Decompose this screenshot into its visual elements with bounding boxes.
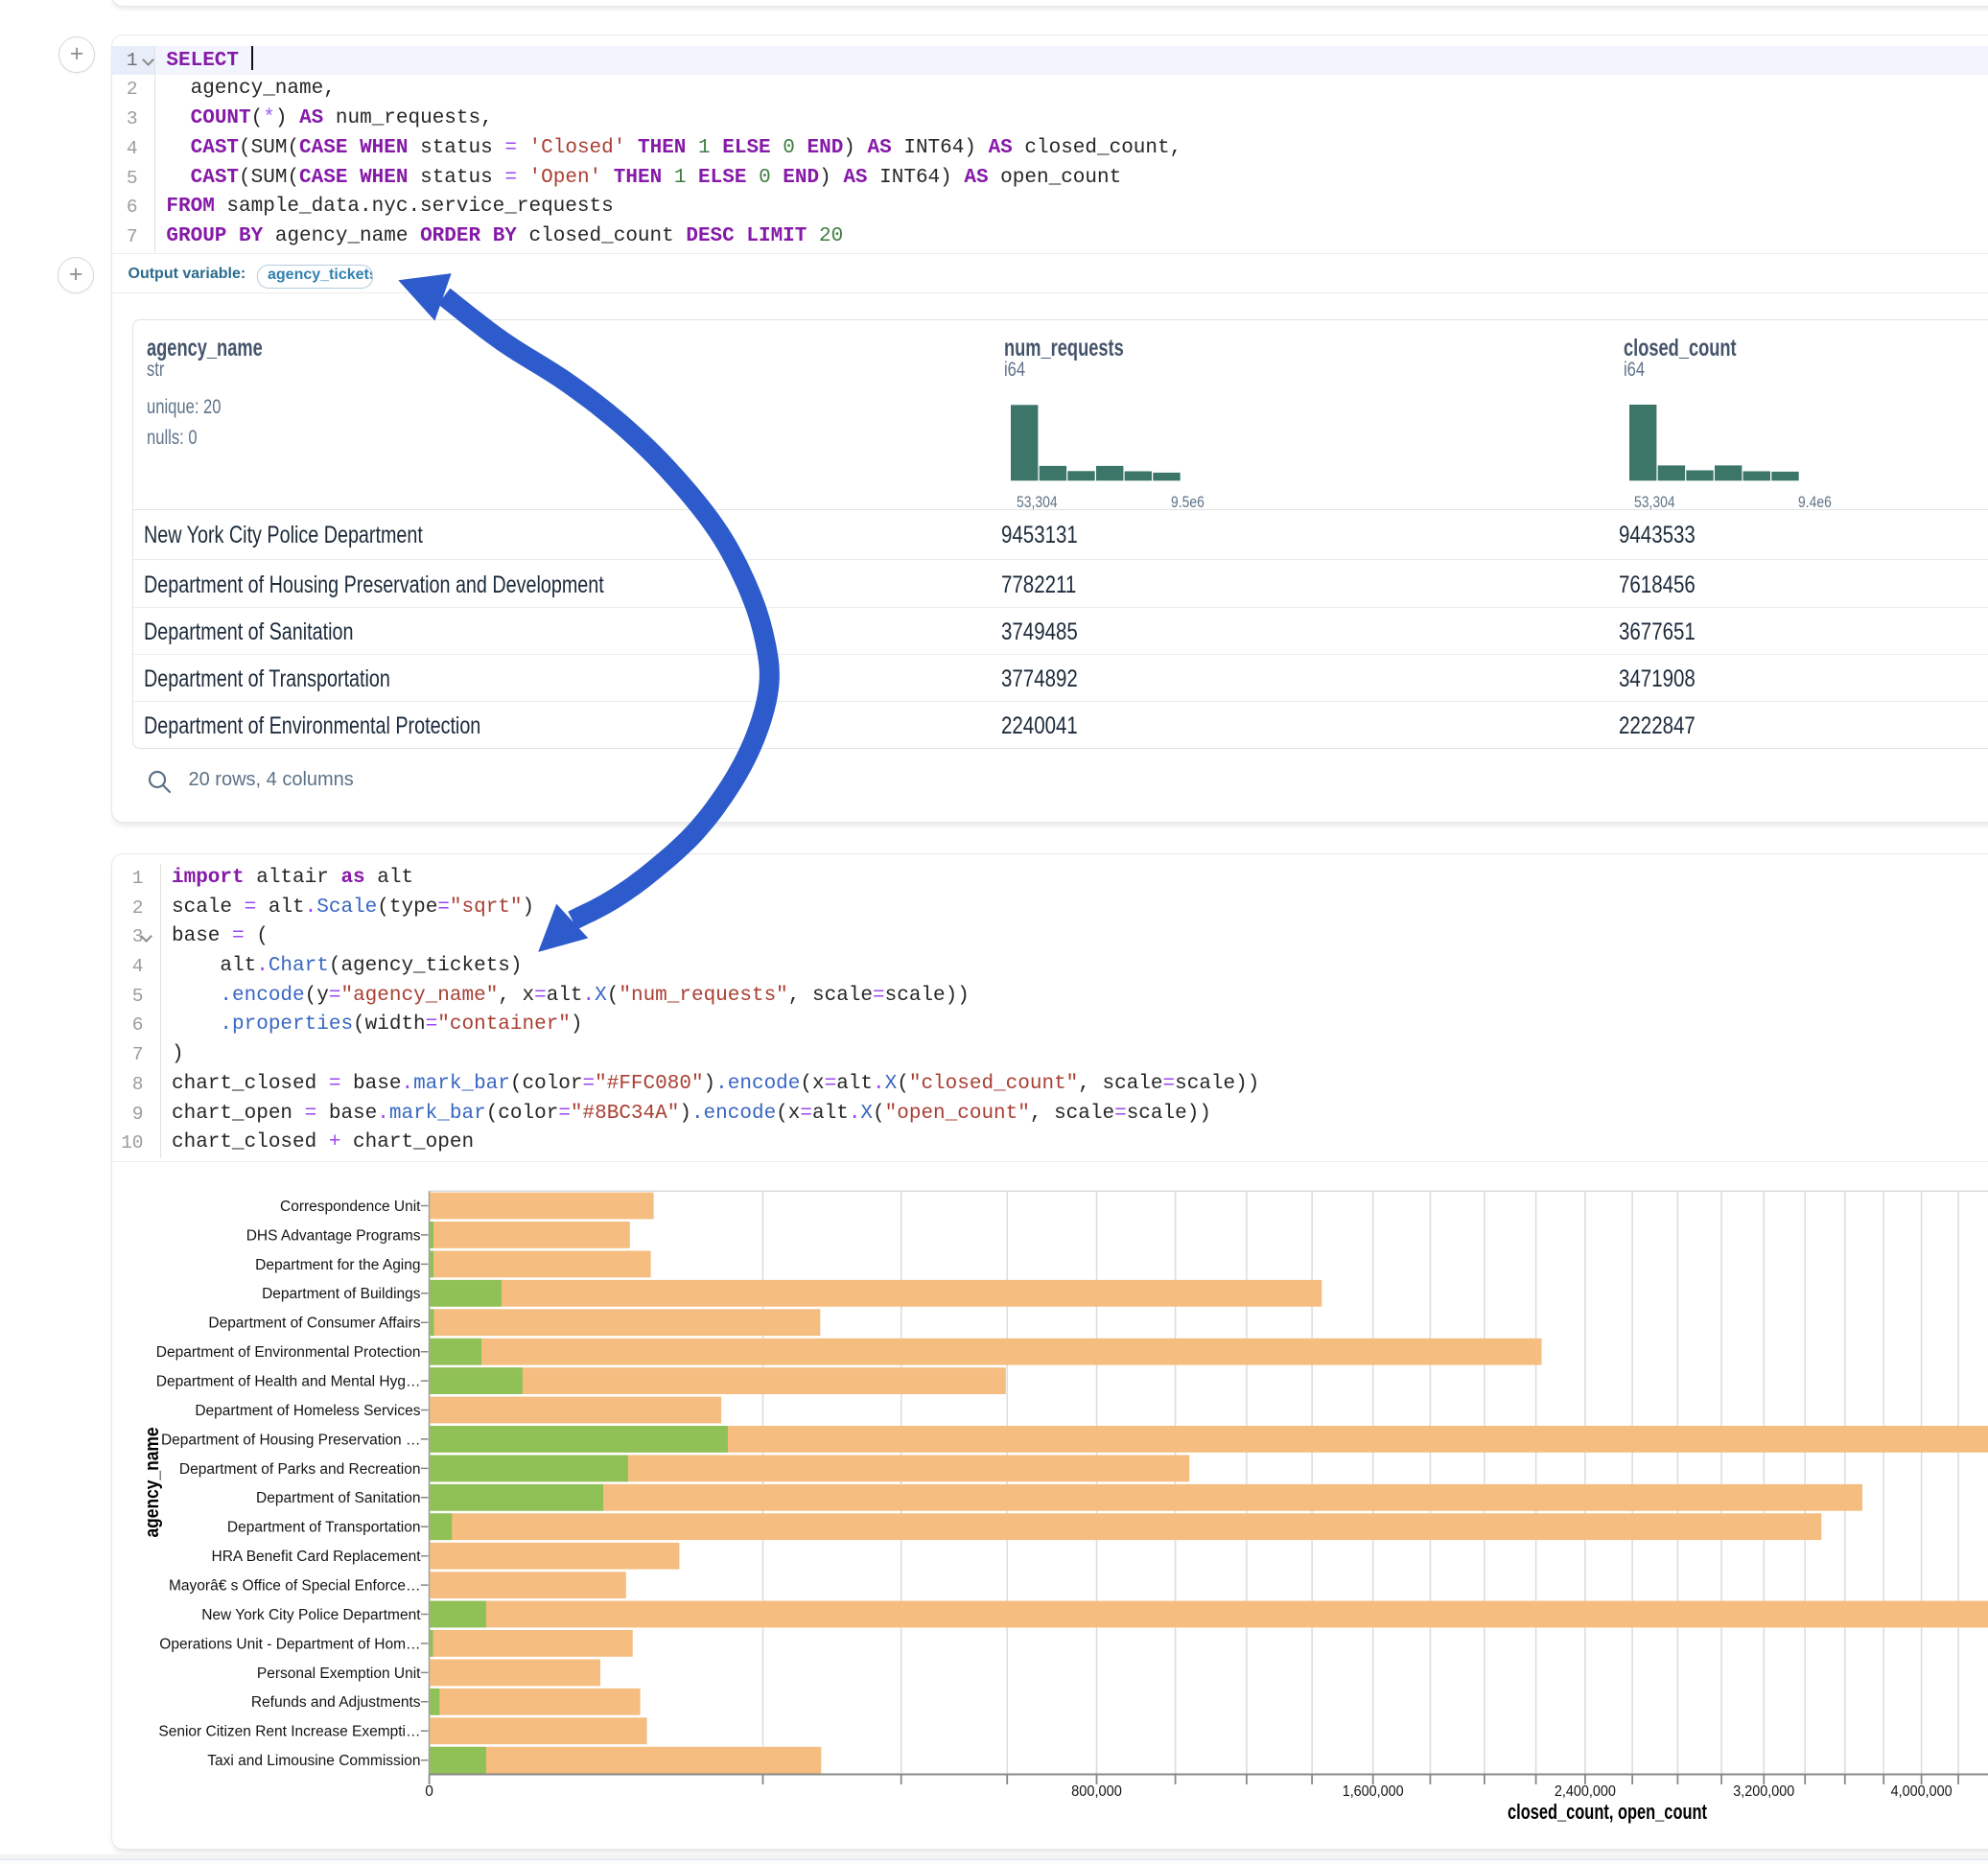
svg-text:Personal Exemption Unit: Personal Exemption Unit <box>257 1666 421 1682</box>
svg-text:closed_count, open_count: closed_count, open_count <box>1508 1800 1707 1824</box>
svg-text:DHS Advantage Programs: DHS Advantage Programs <box>246 1227 421 1244</box>
svg-text:Department for the Aging: Department for the Aging <box>255 1257 420 1273</box>
svg-text:HRA Benefit Card Replacement: HRA Benefit Card Replacement <box>212 1549 422 1565</box>
svg-text:Senior Citizen Rent Increase E: Senior Citizen Rent Increase Exempti… <box>158 1724 420 1740</box>
svg-text:Correspondence Unit: Correspondence Unit <box>280 1199 421 1215</box>
svg-text:Refunds and Adjustments: Refunds and Adjustments <box>251 1694 421 1711</box>
svg-text:New York City Police Departmen: New York City Police Department <box>201 1607 421 1623</box>
svg-text:Department of Housing Preserva: Department of Housing Preservation … <box>161 1432 421 1448</box>
svg-text:0: 0 <box>425 1783 433 1800</box>
svg-text:Department of Parks and Recrea: Department of Parks and Recreation <box>179 1461 421 1478</box>
svg-text:3,200,000: 3,200,000 <box>1733 1783 1794 1800</box>
svg-text:agency_name: agency_name <box>142 1428 163 1538</box>
svg-text:Taxi and Limousine Commission: Taxi and Limousine Commission <box>207 1753 420 1769</box>
svg-text:Department of Homeless Service: Department of Homeless Services <box>195 1403 420 1419</box>
svg-text:Operations Unit - Department o: Operations Unit - Department of Hom… <box>159 1636 420 1652</box>
svg-text:1,600,000: 1,600,000 <box>1343 1783 1404 1800</box>
svg-text:Department of Environmental Pr: Department of Environmental Protection <box>156 1344 421 1361</box>
svg-text:2,400,000: 2,400,000 <box>1555 1783 1616 1800</box>
svg-text:Department of Sanitation: Department of Sanitation <box>256 1490 420 1506</box>
svg-text:800,000: 800,000 <box>1071 1783 1122 1800</box>
svg-text:Department of Transportation: Department of Transportation <box>227 1520 421 1536</box>
svg-text:Department of Consumer Affairs: Department of Consumer Affairs <box>208 1316 420 1332</box>
svg-text:Department of Buildings: Department of Buildings <box>262 1286 421 1302</box>
svg-text:Mayorâ€ s Office of Special En: Mayorâ€ s Office of Special Enforce… <box>169 1578 420 1595</box>
svg-text:Department of Health and Menta: Department of Health and Mental Hyg… <box>156 1374 421 1390</box>
svg-text:4,000,000: 4,000,000 <box>1891 1783 1953 1800</box>
